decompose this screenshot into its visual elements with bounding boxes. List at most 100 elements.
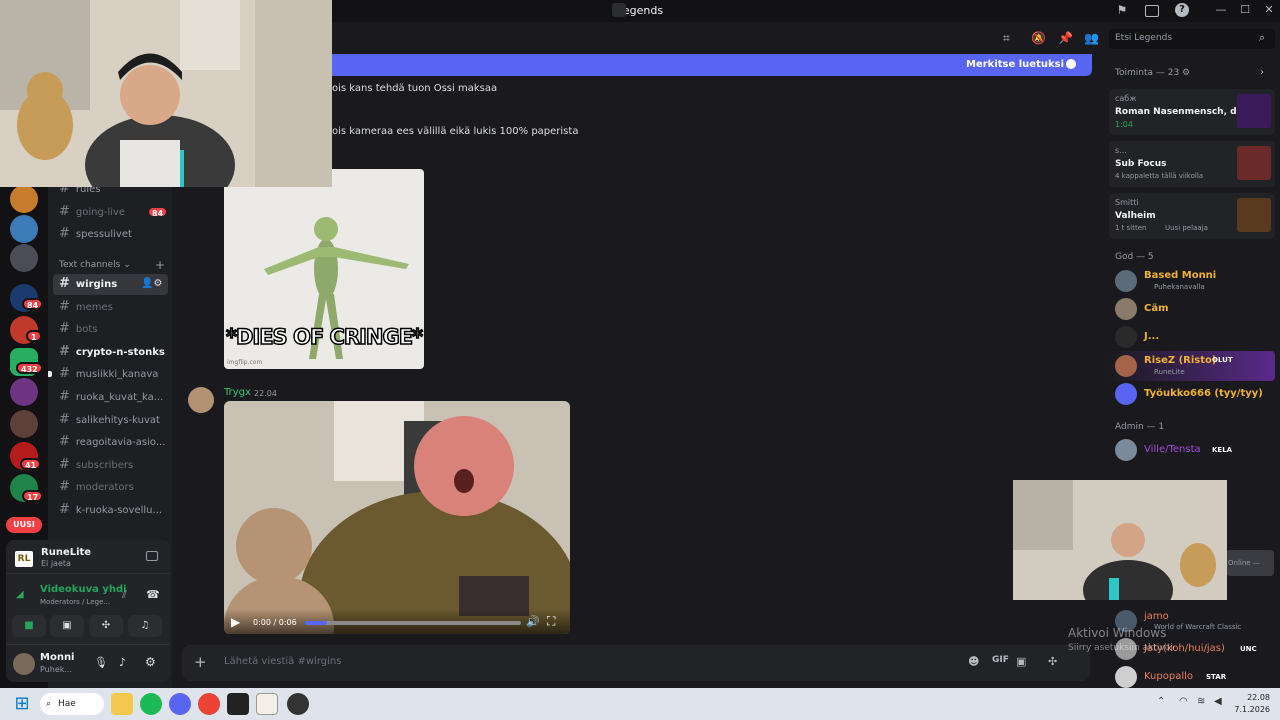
- member-name[interactable]: Ville/Tensta: [1144, 444, 1201, 455]
- channel-item[interactable]: # reagoitavia-asio...: [53, 432, 168, 452]
- avatar[interactable]: [1115, 355, 1137, 377]
- member-name[interactable]: Cäm: [1144, 303, 1169, 314]
- threads-icon[interactable]: ⌗: [1003, 31, 1010, 46]
- volume-icon[interactable]: 🔊: [526, 615, 540, 628]
- gif-icon[interactable]: GIF: [992, 655, 1009, 665]
- message-author[interactable]: Trygx: [224, 387, 251, 398]
- avatar[interactable]: [1115, 666, 1137, 688]
- member-name[interactable]: Based Monni: [1144, 270, 1216, 281]
- activity-card[interactable]: Smitti Valheim 1 t sitten Uusi pelaaja: [1109, 193, 1275, 239]
- activity-card[interactable]: сабж Roman Nasenmensch, dom... 1:04: [1109, 89, 1275, 135]
- search-box[interactable]: Etsi Legends ⌕: [1109, 29, 1275, 49]
- member-name[interactable]: Kupopallo: [1144, 671, 1193, 682]
- help-icon[interactable]: ?: [1175, 3, 1189, 17]
- new-messages-bar[interactable]: Merkitse luetuksi: [248, 54, 1092, 76]
- obs-icon[interactable]: [287, 693, 309, 715]
- chrome-icon[interactable]: [198, 693, 220, 715]
- avatar[interactable]: [1115, 326, 1137, 348]
- channel-item[interactable]: # bots: [53, 319, 168, 339]
- avatar[interactable]: [1115, 383, 1137, 405]
- settings-gear-icon[interactable]: ⚙: [145, 655, 156, 669]
- play-icon[interactable]: ▶: [231, 615, 240, 629]
- channel-item[interactable]: # spessulivet: [53, 224, 168, 244]
- tray-chevron-icon[interactable]: ⌃: [1157, 696, 1165, 707]
- maximize-icon[interactable]: ☐: [1236, 3, 1254, 19]
- server-icon[interactable]: [10, 410, 38, 438]
- spotify-icon[interactable]: [140, 693, 162, 715]
- taskbar-time[interactable]: 22.08: [1230, 693, 1270, 702]
- close-icon[interactable]: ✕: [1260, 3, 1278, 19]
- attach-plus-icon[interactable]: +: [194, 653, 207, 671]
- channel-item[interactable]: # k-ruoka-sovellu...: [53, 500, 168, 520]
- invite-icon[interactable]: 👤⚙: [141, 278, 162, 289]
- soundboard-button[interactable]: ♫: [128, 615, 162, 637]
- channel-item[interactable]: # moderators: [53, 477, 168, 497]
- channel-item[interactable]: # subscribers: [53, 455, 168, 475]
- video-scrubber[interactable]: [305, 621, 521, 625]
- minimize-icon[interactable]: —: [1212, 3, 1230, 19]
- channel-label: subscribers: [75, 460, 134, 471]
- noise-suppression-icon[interactable]: ⫽: [122, 588, 127, 602]
- avatar[interactable]: [1115, 270, 1137, 292]
- username[interactable]: Monni: [40, 652, 75, 663]
- avatar[interactable]: [1115, 298, 1137, 320]
- screen-share-icon[interactable]: [1145, 5, 1159, 17]
- author-avatar[interactable]: [188, 387, 214, 413]
- voice-channel[interactable]: Moderators / Lege...: [40, 598, 110, 606]
- server-icon[interactable]: [10, 378, 38, 406]
- gear-icon[interactable]: ⚙: [1182, 68, 1190, 78]
- sticker-icon[interactable]: ▣: [1016, 655, 1026, 668]
- wifi-icon[interactable]: ≋: [1197, 696, 1205, 707]
- file-explorer-icon[interactable]: [111, 693, 133, 715]
- taskbar-date[interactable]: 7.1.2026: [1230, 705, 1270, 714]
- category-header[interactable]: Text channels ⌄: [59, 260, 131, 270]
- channel-item[interactable]: # ruoka_kuvat_ka...: [53, 387, 168, 407]
- add-channel-icon[interactable]: +: [155, 258, 165, 272]
- runelite-taskbar-icon[interactable]: [256, 693, 278, 715]
- search-input[interactable]: Etsi Legends: [1115, 33, 1172, 43]
- share-screen-button[interactable]: ▣: [50, 615, 84, 637]
- category-label: Text channels: [59, 260, 121, 270]
- apps-icon[interactable]: ✣: [1048, 655, 1057, 668]
- mute-bell-icon[interactable]: 🔕: [1031, 31, 1046, 45]
- search-icon: ⌕: [1259, 31, 1266, 44]
- channel-item[interactable]: # crypto-n-stonks: [53, 342, 168, 362]
- channel-item[interactable]: # salikehitys-kuvat: [53, 410, 168, 430]
- video-attachment[interactable]: ▶ 0:00 / 0:06 🔊 ⛶: [224, 401, 570, 634]
- activities-button[interactable]: ✣: [89, 615, 123, 637]
- member-name[interactable]: jamo: [1144, 611, 1169, 622]
- activity-card[interactable]: s... Sub Focus 4 kappaletta tällä viikol…: [1109, 141, 1275, 187]
- app-icon[interactable]: [227, 693, 249, 715]
- microphone-icon[interactable]: 🎙: [94, 656, 108, 669]
- headphones-icon[interactable]: ♪: [119, 656, 126, 669]
- voice-status[interactable]: Videokuva yhdi: [40, 584, 127, 595]
- member-list-icon[interactable]: 👥: [1084, 31, 1099, 45]
- inbox-icon[interactable]: ⚑: [1114, 3, 1130, 19]
- server-icon[interactable]: [10, 244, 38, 272]
- meme-image[interactable]: *DIES OF CRINGE* imgflip.com: [224, 169, 424, 369]
- fullscreen-icon[interactable]: ⛶: [547, 614, 555, 629]
- server-icon[interactable]: [10, 185, 38, 213]
- pin-icon[interactable]: 📌: [1058, 31, 1073, 45]
- new-servers-pill[interactable]: UUSI: [6, 517, 42, 533]
- discord-icon[interactable]: [169, 693, 191, 715]
- member-name[interactable]: RiseZ (Risto): [1144, 355, 1216, 366]
- channel-item[interactable]: # musiikki_kanava: [53, 364, 168, 384]
- member-name[interactable]: J...: [1144, 331, 1159, 342]
- chevron-down-icon: ⌄: [123, 260, 131, 270]
- chevron-right-icon[interactable]: ›: [1260, 67, 1264, 78]
- message-input[interactable]: Lähetä viestiä #wirgins: [224, 656, 341, 667]
- avatar[interactable]: [1115, 439, 1137, 461]
- volume-icon[interactable]: ◀: [1214, 696, 1222, 707]
- camera-button[interactable]: ■: [12, 615, 46, 637]
- channel-item[interactable]: # memes: [53, 297, 168, 317]
- stream-icon[interactable]: [146, 551, 158, 561]
- server-icon[interactable]: [10, 215, 38, 243]
- gift-icon[interactable]: ☻: [968, 655, 979, 668]
- windows-start-icon[interactable]: ⊞: [11, 693, 33, 715]
- member-name[interactable]: Työukko666 (tyy/tyy): [1144, 388, 1263, 399]
- avatar[interactable]: [13, 653, 35, 675]
- taskbar-search[interactable]: ⌕ Hae: [40, 693, 104, 715]
- network-icon[interactable]: ◠: [1179, 696, 1188, 707]
- disconnect-icon[interactable]: ☎: [146, 588, 160, 601]
